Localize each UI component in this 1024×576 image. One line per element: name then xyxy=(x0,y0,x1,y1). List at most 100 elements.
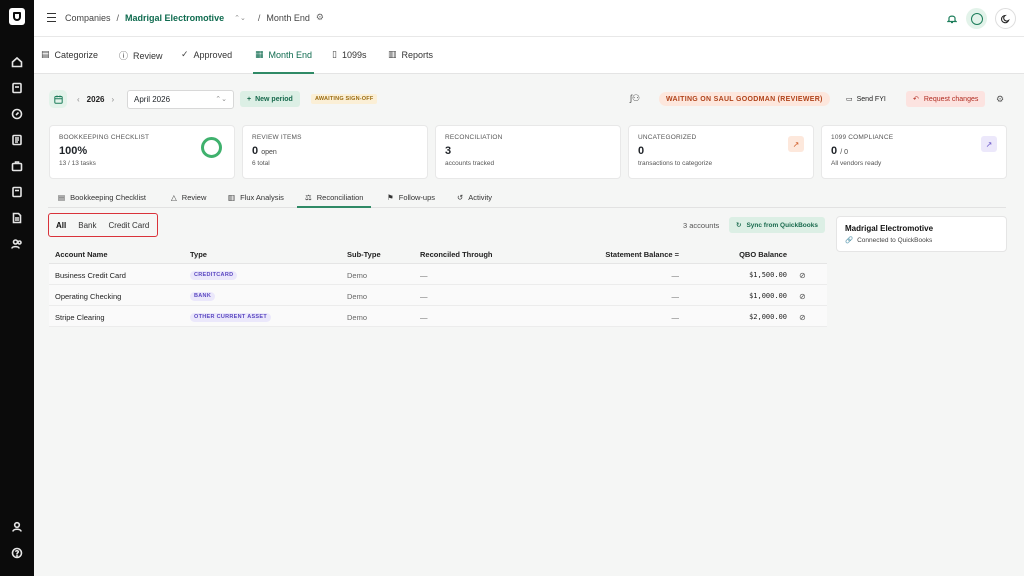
tab-approved[interactable]: ✓ Approved xyxy=(181,49,232,60)
prev-year-button[interactable]: ‹ xyxy=(77,95,80,104)
table-row[interactable]: Operating Checking BANK Demo — — $1,000.… xyxy=(49,285,827,306)
page-settings-icon[interactable]: ⚙ xyxy=(316,12,324,23)
briefcase-icon[interactable] xyxy=(11,160,23,172)
filter-credit-card[interactable]: Credit Card xyxy=(108,221,149,230)
type-cell: OTHER CURRENT ASSET xyxy=(190,311,272,322)
sync-quickbooks-button[interactable]: ↻ Sync from QuickBooks xyxy=(729,217,825,233)
users-icon[interactable] xyxy=(11,238,23,250)
new-period-label: New period xyxy=(255,95,293,103)
help-icon[interactable] xyxy=(11,547,23,559)
company-connection-card: Madrigal Electromotive 🔗 Connected to Qu… xyxy=(836,216,1007,252)
ledger-icon[interactable] xyxy=(11,134,23,146)
table-row[interactable]: Business Credit Card CREDITCARD Demo — —… xyxy=(49,264,827,285)
tab-month-end[interactable]: ▦ Month End xyxy=(253,49,315,74)
subtab-review[interactable]: △ Review xyxy=(171,193,206,202)
subtab-follow-ups[interactable]: ⚑ Follow-ups xyxy=(387,193,435,202)
month-select-value: April 2026 xyxy=(134,95,171,104)
statement-cell: — xyxy=(671,271,680,280)
subtype-cell: Demo xyxy=(347,271,368,280)
subtab-flux-analysis[interactable]: ▥ Flux Analysis xyxy=(228,193,284,202)
card-reconciliation[interactable]: RECONCILIATION 3 accounts tracked xyxy=(435,125,621,179)
info-icon: ⓘ xyxy=(119,51,129,61)
card-1099-compliance[interactable]: 1099 COMPLIANCE 0 / 0 All vendors ready … xyxy=(821,125,1007,179)
type-cell: CREDITCARD xyxy=(190,269,238,280)
qbo-balance-cell: $2,000.00 xyxy=(749,313,787,321)
eye-off-icon[interactable]: ⊘ xyxy=(799,292,806,301)
company-switcher-icon[interactable]: ⌃⌄ xyxy=(234,14,246,22)
subtype-cell: Demo xyxy=(347,313,368,322)
eye-off-icon[interactable]: ⊘ xyxy=(799,271,806,280)
eye-off-icon[interactable]: ⊘ xyxy=(799,313,806,322)
card-bookkeeping-checklist[interactable]: BOOKKEEPING CHECKLIST 100% 13 / 13 tasks xyxy=(49,125,235,179)
account-count: 3 accounts xyxy=(683,221,720,230)
bell-icon[interactable] xyxy=(946,13,958,25)
tab-review[interactable]: ⓘ Review xyxy=(119,49,163,62)
type-badge: CREDITCARD xyxy=(190,270,238,280)
home-icon[interactable] xyxy=(11,56,23,68)
tab-label: Categorize xyxy=(54,49,99,60)
col-type[interactable]: Type xyxy=(190,250,207,259)
external-link-icon[interactable]: ↗ xyxy=(788,136,804,152)
document-icon: ▯ xyxy=(332,49,337,59)
new-period-button[interactable]: + New period xyxy=(240,91,300,107)
send-fyi-button[interactable]: ▭ Send FYI xyxy=(846,95,886,104)
tab-reports[interactable]: ▥ Reports xyxy=(388,49,433,60)
type-badge: BANK xyxy=(190,291,216,301)
reconciliation-table: Account Name Type Sub-Type Reconciled Th… xyxy=(49,243,827,327)
reconciled-cell: — xyxy=(420,313,428,322)
bar-chart-icon: ▥ xyxy=(388,49,397,59)
inbox-icon[interactable] xyxy=(11,82,23,94)
subtab-activity[interactable]: ↺ Activity xyxy=(457,193,492,202)
gear-icon[interactable]: ⚙ xyxy=(996,94,1004,105)
col-statement-balance[interactable]: Statement Balance = xyxy=(605,250,679,259)
type-cell: BANK xyxy=(190,290,216,301)
document-icon[interactable] xyxy=(11,212,23,224)
col-reconciled-through[interactable]: Reconciled Through xyxy=(420,250,493,259)
card-review-items[interactable]: REVIEW ITEMS 0 open 6 total xyxy=(242,125,428,179)
filter-all[interactable]: All xyxy=(56,221,66,230)
card-sub: All vendors ready xyxy=(831,160,882,167)
calendar-icon: ▦ xyxy=(255,49,264,59)
col-subtype[interactable]: Sub-Type xyxy=(347,250,381,259)
card-sub: transactions to categorize xyxy=(638,160,713,167)
bar-chart-icon: ▥ xyxy=(228,193,236,202)
connection-status-label: Connected to QuickBooks xyxy=(857,236,933,244)
tab-label: Review xyxy=(133,50,163,61)
table-row[interactable]: Stripe Clearing OTHER CURRENT ASSET Demo… xyxy=(49,306,827,327)
year-label: 2026 xyxy=(86,95,105,104)
tab-categorize[interactable]: ▤ Categorize xyxy=(41,49,98,60)
chat-icon: ▭ xyxy=(846,96,853,103)
book-icon[interactable] xyxy=(11,186,23,198)
card-value: 0 open xyxy=(252,145,277,157)
calendar-button[interactable] xyxy=(49,90,67,108)
qbo-balance-cell: $1,000.00 xyxy=(749,292,787,300)
connection-status: 🔗 Connected to QuickBooks xyxy=(845,236,998,245)
request-changes-button[interactable]: ↶ Request changes xyxy=(906,91,986,107)
subtab-reconciliation[interactable]: ⚖ Reconciliation xyxy=(297,193,372,208)
next-year-button[interactable]: › xyxy=(111,95,114,104)
breadcrumb-company[interactable]: Madrigal Electromotive xyxy=(125,13,224,23)
filter-bank[interactable]: Bank xyxy=(78,221,96,230)
col-qbo-balance[interactable]: QBO Balance xyxy=(739,250,787,259)
subtab-bookkeeping-checklist[interactable]: ▤ Bookkeeping Checklist xyxy=(58,193,146,202)
compass-icon[interactable] xyxy=(11,108,23,120)
plus-icon: + xyxy=(247,95,252,103)
moon-icon[interactable] xyxy=(995,8,1016,29)
breadcrumb-companies[interactable]: Companies xyxy=(65,13,111,23)
external-link-icon[interactable]: ↗ xyxy=(981,136,997,152)
flag-icon: ⚑ xyxy=(387,193,394,202)
col-account-name[interactable]: Account Name xyxy=(55,250,108,259)
user-avatar[interactable] xyxy=(966,8,987,29)
profile-icon[interactable] xyxy=(11,521,23,533)
menu-icon[interactable] xyxy=(47,13,56,22)
scale-icon: ⚖ xyxy=(305,193,312,202)
month-select[interactable]: April 2026 ⌃⌄ xyxy=(127,90,234,109)
card-uncategorized[interactable]: UNCATEGORIZED 0 transactions to categori… xyxy=(628,125,814,179)
tab-1099s[interactable]: ▯ 1099s xyxy=(332,49,366,60)
month-end-subtabs: ▤ Bookkeeping Checklist △ Review ▥ Flux Ana… xyxy=(48,185,1006,208)
breadcrumb-separator: / xyxy=(116,12,120,23)
assign-reviewer-icon[interactable]: ʃ⚇ xyxy=(630,93,640,104)
account-type-filter: All Bank Credit Card xyxy=(48,213,158,237)
app-logo[interactable] xyxy=(9,8,25,25)
account-name: Business Credit Card xyxy=(55,271,126,280)
